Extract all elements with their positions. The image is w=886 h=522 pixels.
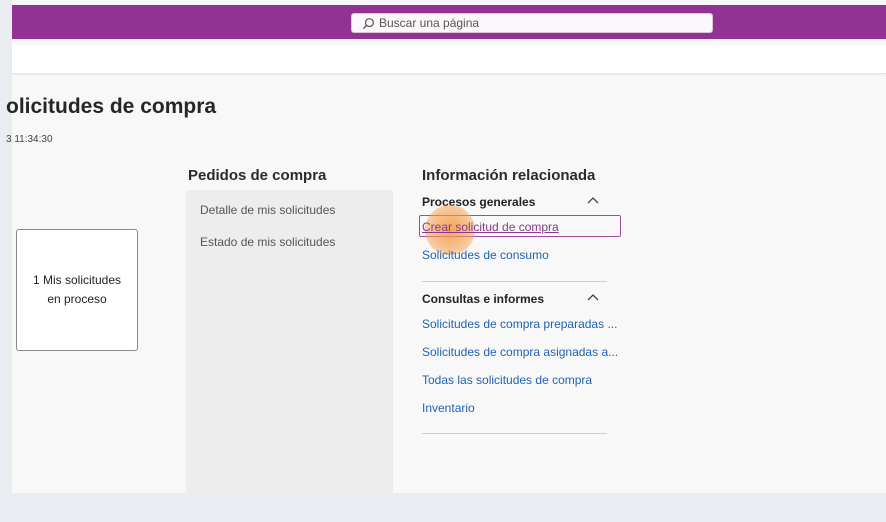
search-icon [362,17,374,29]
link-consumption-requests[interactable]: Solicitudes de consumo [422,248,549,262]
chevron-up-icon[interactable] [587,196,599,204]
link-inventory[interactable]: Inventario [422,401,475,415]
group-divider [422,433,607,434]
link-assigned-requests[interactable]: Solicitudes de compra asignadas a... [422,345,618,359]
group-title-queries-reports[interactable]: Consultas e informes [422,292,544,306]
search-input[interactable]: Buscar una página [351,13,713,33]
my-requests-in-process-tile[interactable]: 1 Mis solicitudes en proceso [16,229,138,351]
link-prepared-requests[interactable]: Solicitudes de compra preparadas ... [422,317,617,331]
link-create-purchase-request[interactable]: Crear solicitud de compra [422,220,559,234]
chevron-up-icon[interactable] [587,293,599,301]
orders-link-status[interactable]: Estado de mis solicitudes [200,235,335,249]
action-toolbar [12,45,886,74]
link-all-requests[interactable]: Todas las solicitudes de compra [422,373,592,387]
group-divider [422,281,607,282]
search-placeholder: Buscar una página [379,16,480,30]
page-title: olicitudes de compra [6,95,217,118]
orders-link-details[interactable]: Detalle de mis solicitudes [200,203,335,217]
orders-heading: Pedidos de compra [188,167,327,184]
related-info-heading: Información relacionada [422,167,596,184]
orders-panel: Detalle de mis solicitudes Estado de mis… [186,190,393,493]
refresh-timestamp: 3 11:34:30 [6,134,53,145]
tile-label: 1 Mis solicitudes en proceso [32,273,122,306]
